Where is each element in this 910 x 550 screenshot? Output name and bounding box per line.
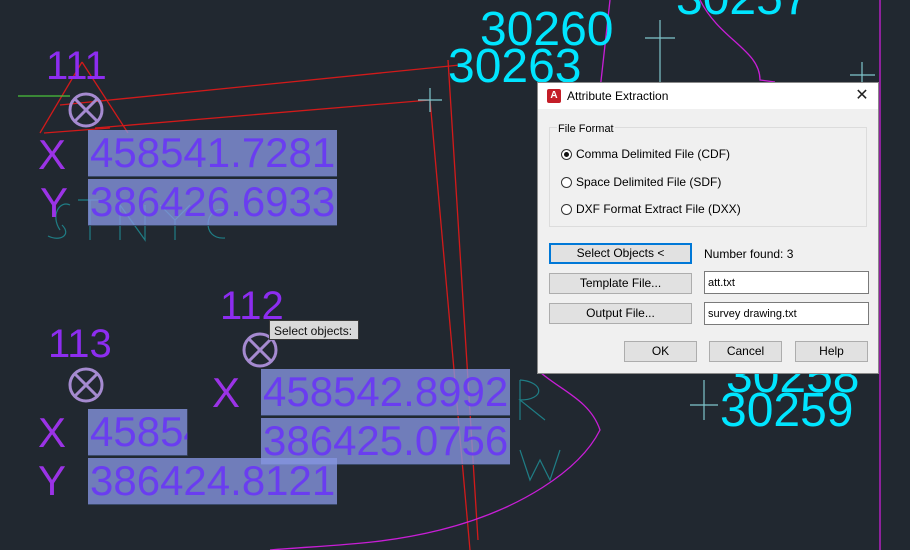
radio-cdf-indicator[interactable] [561, 148, 572, 160]
select-objects-button[interactable]: Select Objects < [549, 243, 692, 264]
number-found-text: Number found: 3 [704, 247, 793, 261]
point-111-x-label: X [38, 131, 67, 178]
survey-number-30259: 30259 [720, 384, 853, 437]
survey-number-30257: 30257 [676, 0, 809, 25]
autocad-app-icon: A [547, 89, 561, 103]
radio-dxx-indicator[interactable] [561, 203, 572, 215]
number-found-label: Number found: [704, 247, 784, 261]
cancel-button[interactable]: Cancel [709, 341, 782, 362]
template-file-button[interactable]: Template File... [549, 273, 692, 294]
dialog-title: Attribute Extraction [567, 89, 669, 103]
point-113-y-label: Y [38, 457, 67, 504]
dialog-titlebar[interactable]: A Attribute Extraction ✕ [538, 83, 878, 109]
radio-dxx-label: DXF Format Extract File (DXX) [576, 202, 741, 216]
close-icon[interactable]: ✕ [846, 83, 878, 109]
point-111-x-value[interactable]: 458541.7281 [88, 130, 338, 177]
point-113-y-value[interactable]: 386424.8121 [88, 458, 338, 505]
point-111-y-value[interactable]: 386426.6933 [88, 179, 338, 226]
point-112-x-label: X [212, 369, 241, 416]
point-113-x-label: X [38, 409, 67, 456]
radio-cdf-label: Comma Delimited File (CDF) [576, 147, 731, 161]
radio-sdf[interactable]: Space Delimited File (SDF) [561, 174, 721, 190]
radio-cdf[interactable]: Comma Delimited File (CDF) [561, 146, 730, 162]
ok-button[interactable]: OK [624, 341, 697, 362]
output-file-button[interactable]: Output File... [549, 303, 692, 324]
file-format-label: File Format [557, 123, 615, 135]
point-112-x-value[interactable]: 458542.8992 [261, 369, 511, 416]
radio-sdf-indicator[interactable] [561, 176, 572, 188]
output-file-input[interactable] [704, 302, 869, 325]
radio-dxx[interactable]: DXF Format Extract File (DXX) [561, 201, 741, 217]
number-found-value: 3 [786, 247, 794, 261]
help-button[interactable]: Help [795, 341, 868, 362]
attribute-extraction-dialog: A Attribute Extraction ✕ File Format Com… [537, 82, 879, 374]
template-file-input[interactable] [704, 271, 869, 294]
select-objects-tooltip: Select objects: [269, 320, 359, 340]
point-number-113: 113 [48, 322, 112, 366]
point-111-y-label: Y [40, 179, 69, 226]
radio-sdf-label: Space Delimited File (SDF) [576, 175, 722, 189]
point-number-111: 111 [46, 44, 107, 88]
